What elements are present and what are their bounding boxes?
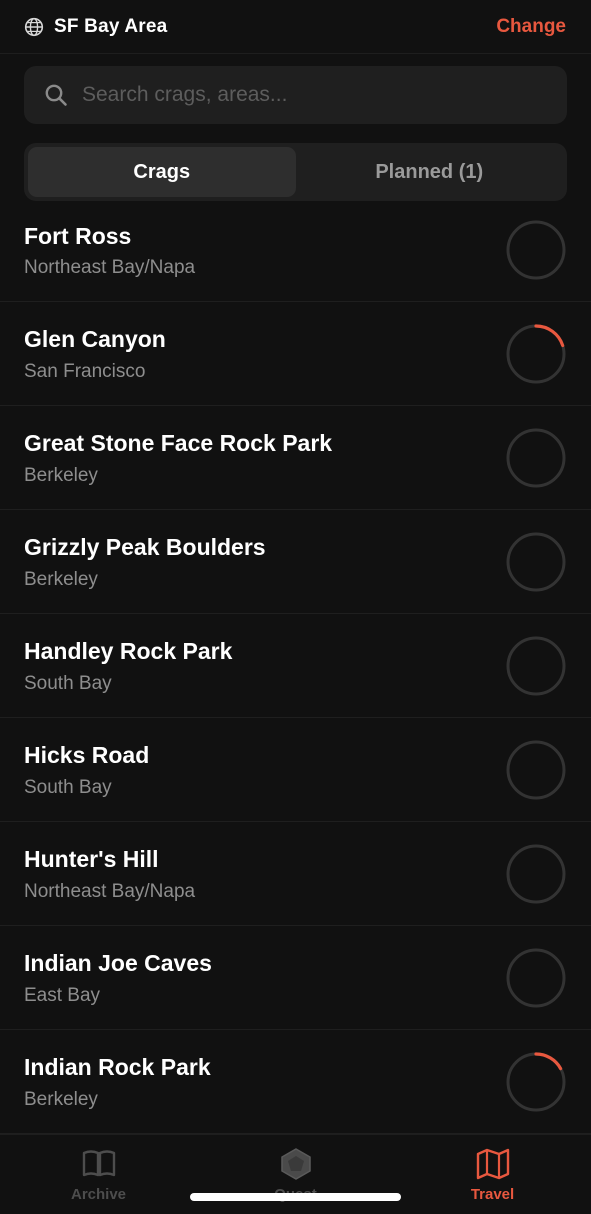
crag-area: Berkeley (24, 465, 98, 486)
search-bar[interactable] (24, 66, 567, 124)
crag-area: East Bay (24, 985, 101, 1006)
crag-area: Berkeley (24, 1089, 98, 1110)
crag-row[interactable]: Hunter's Hill Northeast Bay/Napa (0, 822, 591, 926)
tab-archive-label: Archive (70, 1186, 127, 1203)
book-icon (81, 1147, 117, 1181)
crag-row[interactable]: Fort Ross Northeast Bay/Napa (0, 202, 591, 302)
segmented-control: Crags Planned (1) (24, 143, 567, 201)
crag-name: Indian Rock Park (24, 1054, 211, 1080)
region-title: SF Bay Area (54, 15, 168, 37)
globe-icon (24, 17, 44, 37)
search-icon (44, 83, 68, 107)
tab-quest[interactable]: Quest (197, 1135, 394, 1214)
crag-name: Handley Rock Park (24, 638, 233, 664)
tab-planned[interactable]: Planned (1) (296, 147, 564, 197)
crag-area: South Bay (24, 777, 112, 798)
progress-ring (506, 532, 566, 592)
progress-ring (506, 948, 566, 1008)
region-selector: SF Bay Area (24, 16, 167, 38)
crag-row[interactable]: Indian Joe Caves East Bay (0, 926, 591, 1030)
crag-area: South Bay (24, 673, 112, 694)
progress-ring (506, 428, 566, 488)
tab-travel-label: Travel (470, 1186, 515, 1203)
crag-name: Fort Ross (24, 223, 132, 249)
gem-icon (278, 1147, 314, 1181)
crag-area: San Francisco (24, 361, 146, 382)
crag-name: Hunter's Hill (24, 846, 159, 872)
progress-ring (506, 844, 566, 904)
bottom-tab-bar: Archive Quest Travel (0, 1134, 591, 1214)
crag-name: Glen Canyon (24, 326, 166, 352)
app-screen: SF Bay Area Change Crags Planned (1) For… (0, 0, 591, 1214)
crag-area: Berkeley (24, 569, 98, 590)
crag-row[interactable]: Hicks Road South Bay (0, 718, 591, 822)
crag-name: Hicks Road (24, 742, 150, 768)
progress-ring (506, 740, 566, 800)
tab-archive[interactable]: Archive (0, 1135, 197, 1214)
crag-list: Fort Ross Northeast Bay/Napa Glen Canyon Sa… (0, 202, 591, 1134)
crag-name: Grizzly Peak Boulders (24, 534, 266, 560)
tab-crags[interactable]: Crags (28, 147, 296, 197)
header: SF Bay Area Change (0, 0, 591, 54)
change-region-button[interactable]: Change (496, 16, 566, 38)
crag-name: Great Stone Face Rock Park (24, 430, 333, 456)
crag-row[interactable]: Handley Rock Park South Bay (0, 614, 591, 718)
progress-ring (506, 1052, 566, 1112)
crag-area: Northeast Bay/Napa (24, 881, 196, 902)
crag-row[interactable]: Glen Canyon San Francisco (0, 302, 591, 406)
crag-area: Northeast Bay/Napa (24, 257, 196, 278)
tab-travel[interactable]: Travel (394, 1135, 591, 1214)
progress-ring (506, 636, 566, 696)
crag-row[interactable]: Great Stone Face Rock Park Berkeley (0, 406, 591, 510)
progress-ring (506, 220, 566, 280)
crag-row[interactable]: Indian Rock Park Berkeley (0, 1030, 591, 1134)
crag-row[interactable]: Grizzly Peak Boulders Berkeley (0, 510, 591, 614)
search-input[interactable] (82, 83, 567, 107)
map-icon (475, 1147, 511, 1181)
progress-ring (506, 324, 566, 384)
crag-name: Indian Joe Caves (24, 950, 212, 976)
home-indicator (190, 1193, 401, 1201)
